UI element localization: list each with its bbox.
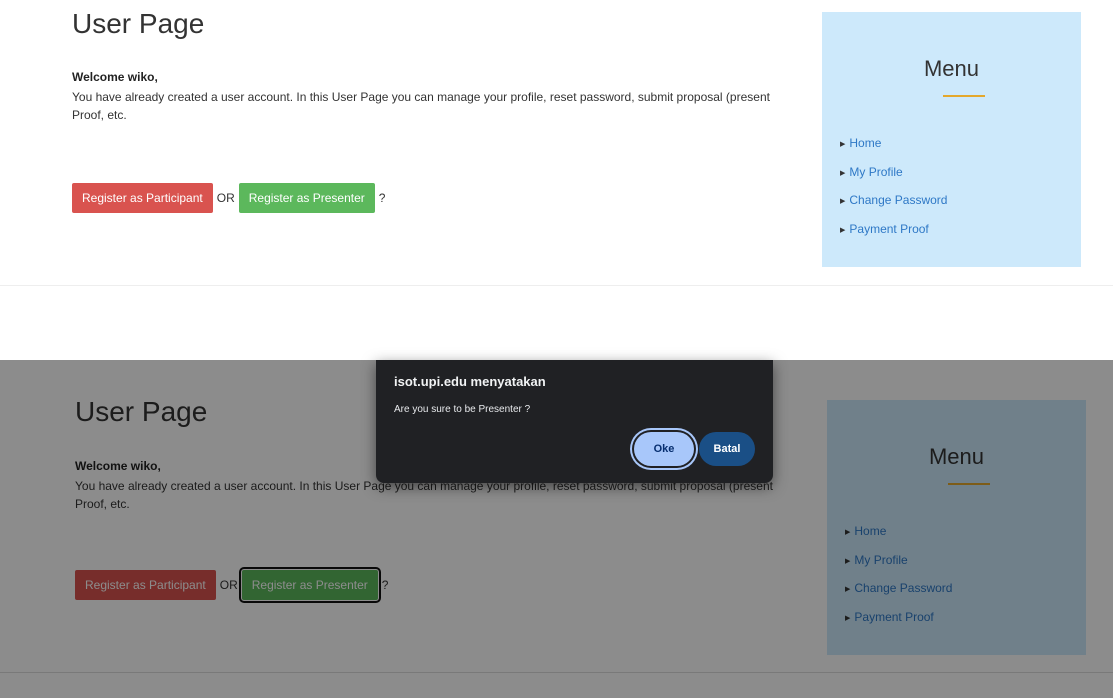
register-participant-button[interactable]: Register as Participant [72,183,213,213]
cancel-button[interactable]: Batal [699,432,755,466]
caret-right-icon: ▶ [845,529,851,536]
menu-item-home[interactable]: ▶ Home [840,130,947,159]
menu-item-my-profile[interactable]: ▶ My Profile [845,547,952,576]
register-presenter-button[interactable]: Register as Presenter [238,567,381,603]
menu-item-change-password[interactable]: ▶ Change Password [845,575,952,604]
caret-right-icon: ▶ [845,614,851,622]
menu-item-label: Payment Proof [854,609,934,624]
welcome-text: Welcome wiko, [72,70,158,84]
menu-item-payment-proof[interactable]: ▶ Payment Proof [845,604,952,633]
page-title: User Page [72,8,205,39]
menu-divider [943,95,985,97]
question-mark: ? [381,578,389,592]
menu-title: Menu [928,444,985,469]
dialog-message: Are you sure to be Presenter ? [394,404,531,415]
or-text: OR [216,191,235,205]
menu-item-change-password[interactable]: ▶ Change Password [840,187,947,216]
user-page-before: User Page Welcome wiko, You have already… [0,0,1113,290]
menu-list: ▶ Home ▶ My Profile ▶ Change Password ▶ Paym… [840,130,947,244]
sidebar-menu: Menu ▶ Home ▶ My Profile ▶ Change Password … [827,400,1086,655]
menu-item-label: Payment Proof [849,221,929,236]
description-line-2: Proof, etc. [72,108,127,122]
caret-right-icon: ▶ [845,557,851,565]
menu-title: Menu [923,56,980,81]
caret-right-icon: ▶ [840,169,846,177]
menu-item-my-profile[interactable]: ▶ My Profile [840,159,947,188]
divider [0,285,1113,286]
description-line-2: Proof, etc. [75,497,130,511]
dialog-origin: isot.upi.edu menyatakan [394,374,546,389]
divider [0,672,1113,673]
caret-right-icon: ▶ [840,198,846,205]
register-participant-button[interactable]: Register as Participant [75,570,216,600]
caret-right-icon: ▶ [840,141,846,148]
menu-item-home[interactable]: ▶ Home [845,518,952,547]
menu-divider [948,483,990,485]
confirm-dialog: isot.upi.edu menyatakan Are you sure to … [376,360,773,483]
ok-button[interactable]: Oke [634,432,694,466]
caret-right-icon: ▶ [845,586,851,593]
caret-right-icon: ▶ [840,226,846,234]
description-line-1: You have already created a user account.… [72,90,770,104]
page-title: User Page [75,396,208,427]
menu-item-label: Change Password [849,193,948,207]
menu-item-label: My Profile [854,552,908,567]
register-buttons: Register as Participant OR Register as P… [72,183,389,213]
register-presenter-button[interactable]: Register as Presenter [238,183,375,213]
menu-item-label: My Profile [849,164,903,179]
menu-list: ▶ Home ▶ My Profile ▶ Change Password ▶ Paym… [845,518,952,632]
description-text: You have already created a user account.… [72,88,832,124]
menu-item-payment-proof[interactable]: ▶ Payment Proof [840,216,947,245]
welcome-text: Welcome wiko, [75,459,161,473]
or-text: OR [219,578,238,592]
sidebar-menu: Menu ▶ Home ▶ My Profile ▶ Change Password … [822,12,1081,267]
menu-item-label: Change Password [854,581,953,595]
menu-item-label: Home [849,136,882,150]
question-mark: ? [378,191,386,205]
register-buttons: Register as Participant OR Register as P… [75,567,392,603]
menu-item-label: Home [854,524,887,538]
